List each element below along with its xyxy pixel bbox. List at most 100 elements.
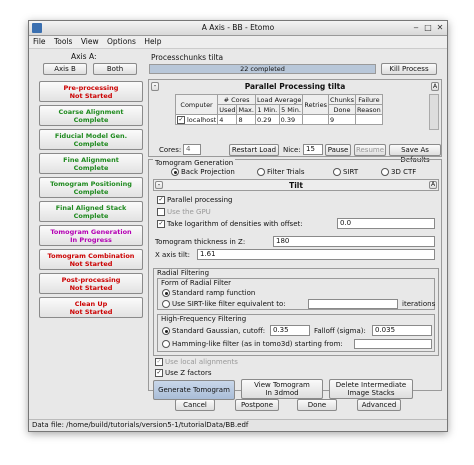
- step-status: Complete: [73, 140, 109, 148]
- axis-b-button[interactable]: Axis B: [43, 63, 87, 75]
- nice-label: Nice:: [283, 146, 301, 154]
- filter-trials-radio[interactable]: [257, 168, 265, 176]
- postpone-button[interactable]: Postpone: [235, 399, 279, 411]
- sirt-iterations-field[interactable]: [308, 299, 398, 309]
- step-status: Complete: [73, 116, 109, 124]
- back-projection-radio[interactable]: [171, 168, 179, 176]
- standard-ramp-option[interactable]: Standard ramp function: [162, 289, 255, 297]
- std-gaussian-option[interactable]: Standard Gaussian, cutoff:: [162, 327, 265, 335]
- step-status: Complete: [73, 164, 109, 172]
- hamming-option[interactable]: Hamming-like filter (as in tomo3d) start…: [162, 340, 343, 348]
- step-button[interactable]: Final Aligned Stack Complete: [39, 201, 143, 222]
- hamming-field[interactable]: [354, 339, 432, 349]
- step-status: Not Started: [69, 308, 113, 316]
- falloff-field[interactable]: 0.035: [372, 325, 432, 336]
- window-title: A Axis - BB - Etomo: [201, 23, 275, 32]
- done-button[interactable]: Done: [297, 399, 337, 411]
- advanced-parallel-button[interactable]: A: [431, 82, 439, 91]
- 3dctf-radio[interactable]: [381, 168, 389, 176]
- use-z-label: Use Z factors: [165, 369, 212, 377]
- cores-field[interactable]: 4: [183, 144, 201, 155]
- use-z-checkbox[interactable]: ✓: [155, 369, 163, 377]
- save-defaults-button[interactable]: Save As Defaults: [389, 144, 441, 164]
- menu-help[interactable]: Help: [144, 36, 161, 48]
- x-axis-tilt-field[interactable]: 1.61: [197, 249, 435, 260]
- step-button[interactable]: Tomogram Generation In Progress: [39, 225, 143, 246]
- computer-cell[interactable]: ✓ localhost: [174, 114, 219, 125]
- pause-button[interactable]: Pause: [325, 144, 351, 156]
- used-cell[interactable]: 4: [217, 114, 238, 125]
- method-back-projection[interactable]: Back Projection: [171, 168, 235, 176]
- table-scrollbar[interactable]: [429, 94, 439, 130]
- col-chunks: Chunks: [327, 94, 357, 105]
- computer-checkbox[interactable]: ✓: [177, 115, 185, 124]
- both-button[interactable]: Both: [93, 63, 137, 75]
- advanced-tilt-button[interactable]: A: [429, 181, 437, 189]
- resume-button[interactable]: Resume: [354, 144, 386, 156]
- 3dctf-label: 3D CTF: [391, 168, 417, 176]
- delete-stacks-button[interactable]: Delete Intermediate Image Stacks: [329, 379, 413, 399]
- restart-load-button[interactable]: Restart Load: [229, 144, 279, 156]
- main-window: A Axis - BB - Etomo ‒ □ ✕ File Tools Vie…: [28, 20, 448, 432]
- table-row[interactable]: ✓ localhost 4 8 0.29 0.39 9: [174, 114, 383, 125]
- menu-options[interactable]: Options: [107, 36, 136, 48]
- standard-ramp-radio[interactable]: [162, 289, 170, 297]
- method-3dctf[interactable]: 3D CTF: [381, 168, 416, 176]
- cancel-button[interactable]: Cancel: [175, 399, 215, 411]
- step-button[interactable]: Fine Alignment Complete: [39, 153, 143, 174]
- col-load: Load Average: [254, 94, 304, 105]
- view-tomogram-line2: In 3dmod: [265, 389, 299, 397]
- method-filter-trials[interactable]: Filter Trials: [257, 168, 305, 176]
- menu-bar: File Tools View Options Help: [29, 36, 447, 49]
- log-offset-field[interactable]: 0.0: [337, 218, 435, 229]
- tomogen-title: Tomogram Generation: [153, 159, 236, 167]
- generate-tomogram-button[interactable]: Generate Tomogram: [153, 380, 235, 400]
- use-local-option[interactable]: ✓ Use local alignments: [155, 358, 238, 366]
- sirt-like-radio[interactable]: [162, 300, 170, 308]
- parallel-processing-option[interactable]: ✓ Parallel processing: [157, 196, 232, 204]
- step-button[interactable]: Fiducial Model Gen. Complete: [39, 129, 143, 150]
- step-status: Complete: [73, 188, 109, 196]
- use-gpu-checkbox[interactable]: [157, 208, 165, 216]
- menu-file[interactable]: File: [33, 36, 46, 48]
- step-status: In Progress: [70, 236, 112, 244]
- menu-tools[interactable]: Tools: [54, 36, 72, 48]
- hamming-radio[interactable]: [162, 340, 170, 348]
- take-log-option[interactable]: ✓ Take logarithm of densities with offset…: [157, 220, 303, 228]
- use-gpu-option[interactable]: Use the GPU: [157, 208, 211, 216]
- sirt-radio[interactable]: [333, 168, 341, 176]
- step-button[interactable]: Clean Up Not Started: [39, 297, 143, 318]
- close-icon[interactable]: ✕: [435, 23, 445, 33]
- kill-process-button[interactable]: Kill Process: [381, 63, 437, 75]
- parallel-processing-checkbox[interactable]: ✓: [157, 196, 165, 204]
- process-name: Processchunks tilta: [151, 53, 224, 62]
- menu-view[interactable]: View: [81, 36, 99, 48]
- step-button[interactable]: Coarse Alignment Complete: [39, 105, 143, 126]
- maximize-icon[interactable]: □: [423, 23, 433, 33]
- step-name: Pre-processing: [63, 84, 119, 92]
- take-log-label: Take logarithm of densities with offset:: [167, 220, 303, 228]
- std-gaussian-radio[interactable]: [162, 327, 170, 335]
- computer-table: Computer # Cores Load Average Retries Ch…: [174, 94, 383, 125]
- advanced-button[interactable]: Advanced: [357, 399, 401, 411]
- step-status: Not Started: [69, 92, 113, 100]
- delete-stacks-line1: Delete Intermediate: [335, 381, 407, 389]
- method-sirt[interactable]: SIRT: [333, 168, 358, 176]
- minimize-icon[interactable]: ‒: [411, 23, 421, 33]
- take-log-checkbox[interactable]: ✓: [157, 220, 165, 228]
- use-local-checkbox[interactable]: ✓: [155, 358, 163, 366]
- step-button[interactable]: Tomogram Positioning Complete: [39, 177, 143, 198]
- step-button[interactable]: Post-processing Not Started: [39, 273, 143, 294]
- step-button[interactable]: Pre-processing Not Started: [39, 81, 143, 102]
- step-button[interactable]: Tomogram Combination Not Started: [39, 249, 143, 270]
- thickness-field[interactable]: 180: [273, 236, 435, 247]
- cutoff-field[interactable]: 0.35: [270, 325, 310, 336]
- status-bar: Data file: /home/build/tutorials/version…: [29, 419, 447, 431]
- sirt-like-label: Use SIRT-like filter equivalent to:: [172, 300, 286, 308]
- filter-trials-label: Filter Trials: [267, 168, 305, 176]
- use-z-option[interactable]: ✓ Use Z factors: [155, 369, 211, 377]
- sirt-like-option[interactable]: Use SIRT-like filter equivalent to:: [162, 300, 286, 308]
- back-projection-label: Back Projection: [181, 168, 235, 176]
- view-tomogram-button[interactable]: View Tomogram In 3dmod: [241, 379, 323, 399]
- nice-spinner[interactable]: 15: [303, 144, 323, 155]
